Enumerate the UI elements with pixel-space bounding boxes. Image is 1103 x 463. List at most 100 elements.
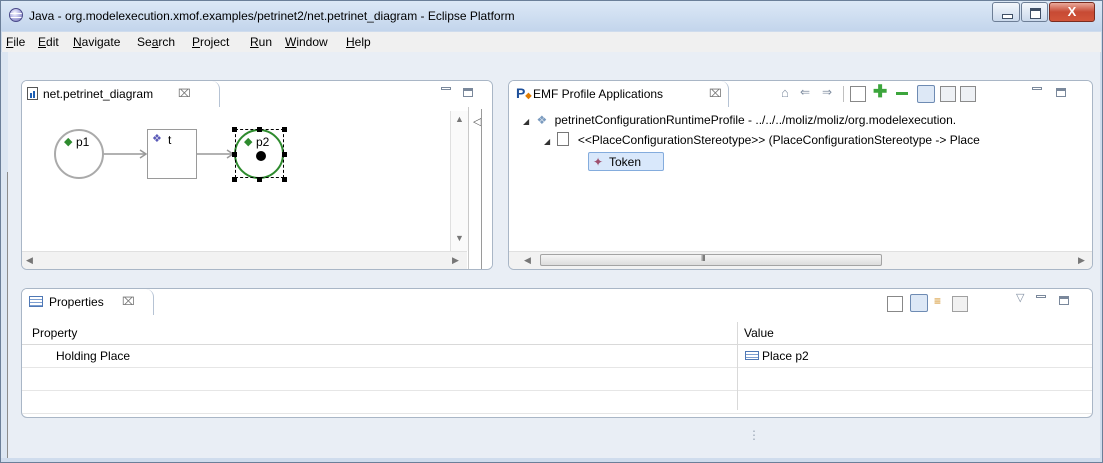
scroll-grip-icon: III [701,254,706,263]
tab-net-petrinet-diagram[interactable]: net.petrinet_diagram ⌧ [22,81,220,107]
properties-icon [29,296,43,307]
close-button[interactable]: X [1049,2,1095,22]
add-icon[interactable]: ✚ [873,82,887,102]
diagram-file-icon [27,87,38,100]
editor-tab-strip: net.petrinet_diagram ⌧ [22,81,492,107]
scroll-left-icon[interactable]: ◀ [26,255,33,266]
properties-tab-strip: Properties ⌧ ≡ ▽ [22,289,1092,315]
property-name: Holding Place [56,349,131,363]
left-trim [1,52,8,458]
menu-search[interactable]: Search [137,35,175,49]
emf-minimize-button[interactable] [1032,87,1042,90]
home-icon[interactable]: ⌂ [781,85,789,100]
place-label: p1 [76,135,90,149]
show-advanced-icon[interactable]: ≡ [934,294,941,308]
expand-arrow-icon[interactable]: ◢ [523,117,529,126]
diagram-canvas[interactable]: ◆ p1 ❖ t ◆ p2 [22,107,467,251]
menu-project[interactable]: Project [192,35,229,49]
menu-navigate[interactable]: Navigate [73,35,120,49]
table-row[interactable] [22,391,1092,414]
place-p1[interactable]: ◆ p1 [54,129,104,179]
attribute-icon: ✦ [593,155,604,169]
transition-label: t [168,133,172,147]
stereotype-icon [556,132,569,146]
emf-tab-strip: P◆ EMF Profile Applications ⌧ ⌂ ⇐ ⇒ ✚ [509,81,1092,107]
scroll-right-icon[interactable]: ▶ [452,255,459,266]
profile-icon: ❖ [536,113,548,127]
editor-horizontal-scrollbar[interactable]: ◀ ▶ [22,251,467,269]
transition-t[interactable]: ❖ t [147,129,197,179]
pin-icon[interactable] [887,296,903,312]
resize-handle[interactable] [232,177,237,182]
editor-maximize-button[interactable] [463,88,473,97]
palette-collapsed[interactable]: ◁ [468,107,492,269]
properties-tab-label: Properties [49,295,104,309]
resize-handle[interactable] [282,177,287,182]
tree-item-profile[interactable]: ◢ ❖ petrinetConfigurationRuntimeProfile … [523,113,956,131]
column-header-value[interactable]: Value [744,326,774,340]
resize-handle[interactable] [257,177,262,182]
scroll-thumb[interactable]: III [540,254,882,266]
resize-handle[interactable] [257,127,262,132]
profile-p-icon: P◆ [516,85,532,101]
status-bar-grip[interactable]: ⋮ [748,428,760,442]
table-row[interactable]: Holding Place Place p2 [22,345,1092,368]
close-tab-icon[interactable]: ⌧ [178,87,191,100]
close-icon: X [1067,4,1077,19]
tree-item-label: <<PlaceConfigurationStereotype>> (PlaceC… [577,133,980,147]
menu-help[interactable]: Help [346,35,371,49]
window-title: Java - org.modelexecution.xmof.examples/… [29,9,515,23]
selection-outline [235,129,284,178]
column-separator[interactable] [737,322,738,410]
tree-item-label: petrinetConfigurationRuntimeProfile - ..… [554,113,957,127]
tab-emf-profile-applications[interactable]: P◆ EMF Profile Applications ⌧ [509,81,729,107]
properties-table-header: Property Value [22,322,1092,345]
properties-minimize-button[interactable] [1036,295,1046,298]
editor-vertical-scrollbar[interactable]: ▲ ▼ [450,111,468,251]
resize-handle[interactable] [282,127,287,132]
emf-profile-applications-panel: P◆ EMF Profile Applications ⌧ ⌂ ⇐ ⇒ ✚ ◢ … [508,80,1093,270]
property-value[interactable]: Place p2 [762,349,809,363]
tab-properties[interactable]: Properties ⌧ [22,289,154,315]
save-icon[interactable] [940,86,956,102]
scroll-down-icon[interactable]: ▼ [455,233,464,243]
resize-handle[interactable] [232,127,237,132]
toolbar-separator [843,86,844,102]
scroll-left-icon[interactable]: ◀ [524,255,531,266]
menu-file[interactable]: File [6,35,25,49]
column-header-property[interactable]: Property [32,326,77,340]
editor-minimize-button[interactable] [441,87,451,90]
restore-default-icon[interactable] [952,296,968,312]
close-tab-icon[interactable]: ⌧ [122,295,135,308]
save-all-icon[interactable] [960,86,976,102]
tree-item-stereotype[interactable]: ◢ <<PlaceConfigurationStereotype>> (Plac… [544,132,980,150]
editor-tab-label: net.petrinet_diagram [43,87,154,101]
menu-edit[interactable]: Edit [38,35,59,49]
show-categories-icon[interactable] [910,294,928,312]
forward-icon[interactable]: ⇒ [822,85,832,99]
view-menu-icon[interactable]: ▽ [1016,291,1024,304]
emf-horizontal-scrollbar[interactable]: ◀ III ▶ [509,251,1092,269]
link-icon[interactable] [917,85,935,103]
scroll-right-icon[interactable]: ▶ [1078,255,1085,266]
table-row[interactable] [22,368,1092,391]
title-bar[interactable]: Java - org.modelexecution.xmof.examples/… [1,1,1102,31]
remove-icon[interactable] [896,92,908,95]
close-tab-icon[interactable]: ⌧ [709,87,722,100]
properties-panel: Properties ⌧ ≡ ▽ Property Value Holding … [21,288,1093,418]
emf-maximize-button[interactable] [1056,88,1066,97]
menu-run[interactable]: Run [250,35,272,49]
new-profile-icon[interactable] [850,86,866,102]
back-icon[interactable]: ⇐ [800,85,810,99]
minimize-button[interactable] [992,2,1020,22]
maximize-button[interactable] [1021,2,1048,22]
resize-handle[interactable] [282,152,287,157]
resize-handle[interactable] [232,152,237,157]
menu-window[interactable]: Window [285,35,328,49]
expand-arrow-icon[interactable]: ◢ [544,137,550,146]
properties-maximize-button[interactable] [1059,296,1069,305]
tree-item-token[interactable]: ✦ Token [588,152,664,171]
scroll-up-icon[interactable]: ▲ [455,114,464,124]
reference-icon [745,351,759,360]
emf-tab-label: EMF Profile Applications [533,87,664,101]
